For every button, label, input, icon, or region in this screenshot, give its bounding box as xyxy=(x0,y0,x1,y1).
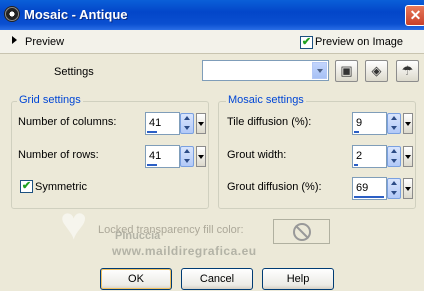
help-button[interactable]: Help xyxy=(262,268,334,290)
preview-on-image-label[interactable]: Preview on Image xyxy=(315,36,403,48)
rows-menu-icon[interactable] xyxy=(196,146,206,167)
heart-icon: ♥ xyxy=(60,197,88,249)
ok-button[interactable]: OK xyxy=(100,268,172,290)
grout-width-slider[interactable] xyxy=(354,164,358,166)
columns-updown-icon[interactable] xyxy=(180,113,194,134)
tile-diffusion-label: Tile diffusion (%): xyxy=(227,116,312,128)
settings-label: Settings xyxy=(54,66,94,78)
tile-diffusion-updown-icon[interactable] xyxy=(387,113,401,134)
grout-width-updown-icon[interactable] xyxy=(387,146,401,167)
watermark-name: Pinuccia xyxy=(115,230,161,242)
watermark-site: www.maildiregrafica.eu xyxy=(112,244,257,258)
randomize-icon[interactable]: ☂ xyxy=(396,60,419,82)
rows-spinner[interactable]: 41 xyxy=(145,145,208,168)
grout-diffusion-slider[interactable] xyxy=(354,196,384,198)
preview-on-image-checkbox[interactable]: ✔ xyxy=(300,36,313,49)
title-bar[interactable]: Mosaic - Antique ✕ xyxy=(0,0,424,30)
chevron-down-icon[interactable] xyxy=(312,62,327,79)
columns-label: Number of columns: xyxy=(18,116,117,128)
symmetric-checkbox[interactable]: ✔ xyxy=(20,180,33,193)
reset-icon[interactable]: ◈ xyxy=(365,60,388,82)
columns-menu-icon[interactable] xyxy=(196,113,206,134)
rows-label: Number of rows: xyxy=(18,149,99,161)
columns-slider[interactable] xyxy=(147,131,157,133)
tile-diffusion-spinner[interactable]: 9 xyxy=(352,112,415,135)
preview-toggle-label[interactable]: Preview xyxy=(25,36,64,48)
grout-diffusion-updown-icon[interactable] xyxy=(387,178,401,199)
window-title: Mosaic - Antique xyxy=(24,7,128,22)
tile-diffusion-menu-icon[interactable] xyxy=(403,113,413,134)
mosaic-settings-title: Mosaic settings xyxy=(226,94,306,106)
grout-width-label: Grout width: xyxy=(227,149,287,161)
preset-dropdown[interactable] xyxy=(202,60,329,81)
rows-slider[interactable] xyxy=(147,164,157,166)
app-icon xyxy=(4,6,20,22)
expand-arrow-icon[interactable] xyxy=(12,36,17,44)
grout-width-menu-icon[interactable] xyxy=(403,146,413,167)
locked-transparency-swatch xyxy=(273,219,330,244)
close-icon[interactable]: ✕ xyxy=(405,5,424,26)
rows-updown-icon[interactable] xyxy=(180,146,194,167)
grout-width-spinner[interactable]: 2 xyxy=(352,145,415,168)
save-icon[interactable]: ▣ xyxy=(335,60,358,82)
tile-diffusion-slider[interactable] xyxy=(354,131,359,133)
dialog-window: Mosaic - Antique ✕ Preview ✔ Preview on … xyxy=(0,0,424,291)
grout-diffusion-spinner[interactable]: 69 xyxy=(352,177,415,200)
grid-settings-title: Grid settings xyxy=(17,94,83,106)
symmetric-label[interactable]: Symmetric xyxy=(35,181,87,193)
cancel-button[interactable]: Cancel xyxy=(181,268,253,290)
grout-diffusion-menu-icon[interactable] xyxy=(403,178,413,199)
columns-spinner[interactable]: 41 xyxy=(145,112,208,135)
no-color-icon xyxy=(293,223,311,241)
grout-diffusion-label: Grout diffusion (%): xyxy=(227,181,322,193)
